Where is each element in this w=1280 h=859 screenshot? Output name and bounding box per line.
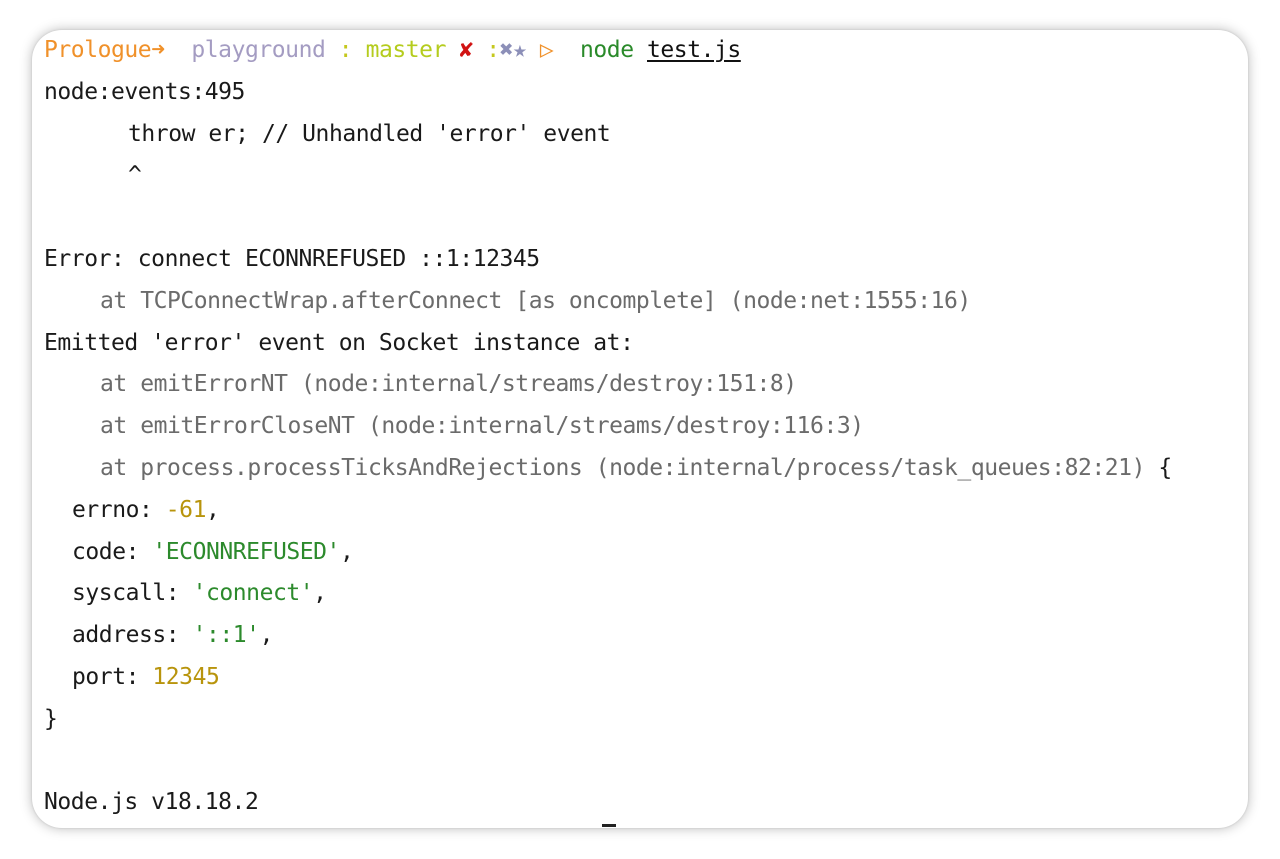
- prop-key: syscall:: [72, 580, 193, 607]
- error-prop-syscall: syscall: 'connect',: [44, 573, 1248, 615]
- prop-key: address:: [72, 622, 193, 649]
- prop-comma: ,: [339, 538, 354, 565]
- emitted-message: Emitted 'error' event on Socket instance…: [44, 329, 634, 356]
- prompt-git-branch: master: [365, 37, 447, 63]
- open-brace: {: [1158, 454, 1172, 481]
- error-message: Error: connect ECONNREFUSED ::1:12345: [44, 245, 540, 272]
- stack-trace-line: at emitErrorNT (node:internal/streams/de…: [100, 371, 797, 398]
- output-line-events: node:events:495: [44, 78, 245, 105]
- git-status-icons: ✖★: [499, 37, 527, 63]
- node-version: Node.js v18.18.2: [44, 789, 259, 816]
- prompt-arrow-icon: ➜: [151, 37, 165, 63]
- prop-value: 'ECONNREFUSED': [152, 538, 340, 565]
- stack-trace-line: at emitErrorCloseNT (node:internal/strea…: [100, 413, 864, 440]
- prop-value: -61: [165, 496, 207, 523]
- close-brace: }: [44, 705, 58, 732]
- prop-value: 'connect': [192, 580, 314, 607]
- prop-comma: ,: [259, 622, 274, 649]
- output-blank-line: [44, 741, 1248, 783]
- prompt-directory: playground: [191, 37, 326, 63]
- prop-value: '::1': [192, 622, 260, 649]
- prompt-host: Prologue: [44, 37, 152, 63]
- error-prop-code: code: 'ECONNREFUSED',: [44, 532, 1248, 574]
- prompt-command-argument: test.js: [647, 37, 741, 63]
- error-prop-errno: errno: -61,: [44, 490, 1248, 532]
- stack-trace-text: at process.processTicksAndRejections (no…: [100, 454, 1145, 481]
- prop-comma: ,: [205, 496, 220, 523]
- prop-key: code:: [72, 538, 153, 565]
- text-cursor: [602, 824, 616, 827]
- prop-key: port:: [72, 663, 153, 690]
- output-line-caret: ^: [128, 162, 142, 189]
- prop-comma: ,: [313, 580, 327, 607]
- output-line-throw: throw er; // Unhandled 'error' event: [128, 120, 611, 147]
- output-blank-line: [44, 197, 1248, 239]
- prompt-line: Prologue➜ playground : master ✘ :✖★ ▷ no…: [44, 30, 1248, 72]
- prompt-play-icon: ▷: [539, 37, 554, 63]
- prop-value: 12345: [152, 663, 220, 690]
- git-dirty-icon: ✘: [459, 37, 473, 63]
- prompt-status-separator: :: [486, 37, 500, 63]
- error-prop-address: address: '::1',: [44, 615, 1248, 657]
- stack-trace-line: at process.processTicksAndRejections (no…: [44, 448, 1248, 490]
- error-prop-port: port: 12345: [44, 657, 1248, 699]
- terminal-window: Prologue➜ playground : master ✘ :✖★ ▷ no…: [32, 30, 1248, 828]
- stack-trace-line: at TCPConnectWrap.afterConnect [as oncom…: [100, 287, 971, 314]
- prompt-separator: :: [338, 37, 353, 63]
- prompt-command: node: [580, 37, 634, 63]
- terminal-output[interactable]: Prologue➜ playground : master ✘ :✖★ ▷ no…: [44, 30, 1248, 828]
- prop-key: errno:: [72, 496, 166, 523]
